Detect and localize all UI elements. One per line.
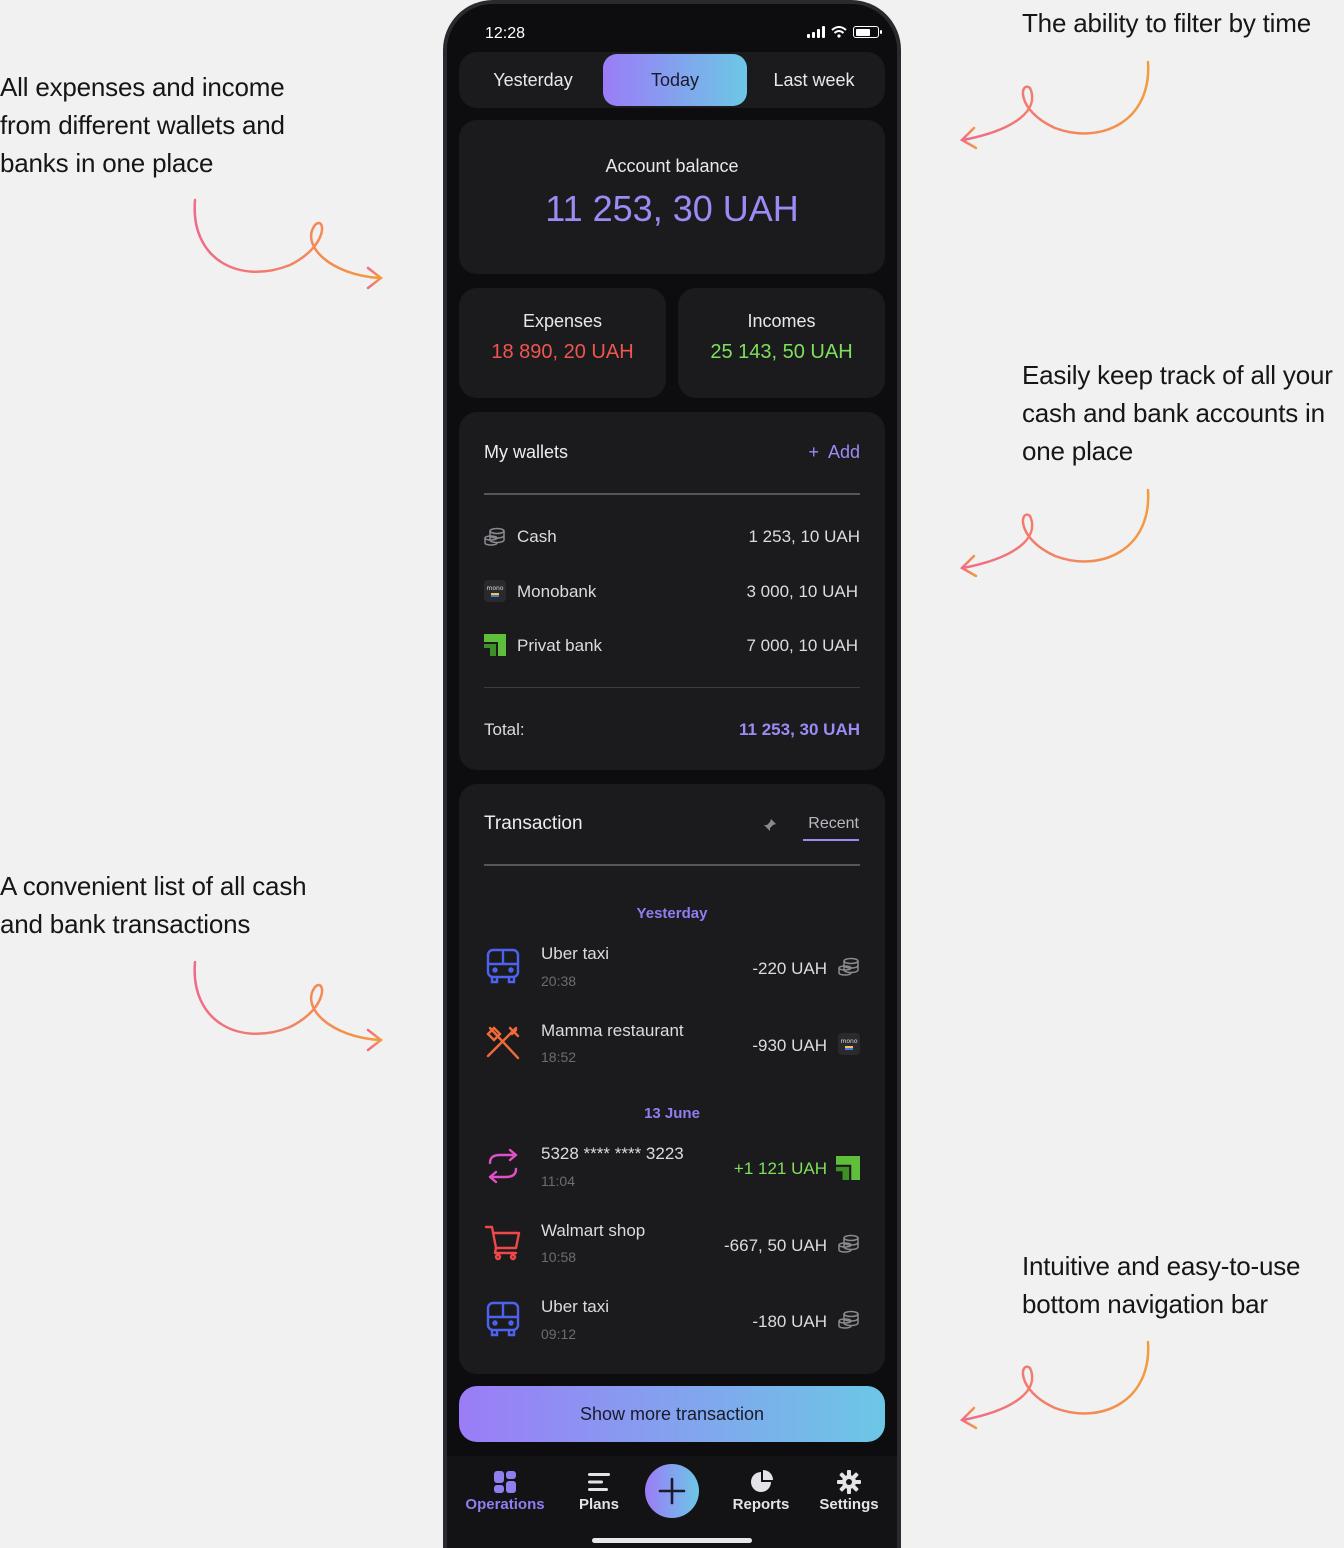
transaction-time: 09:12 <box>541 1326 577 1342</box>
divider <box>484 493 860 495</box>
cart-icon <box>484 1225 521 1261</box>
bus-icon <box>486 1301 520 1337</box>
status-bar: 12:28 <box>447 22 897 46</box>
coins-icon <box>838 1310 859 1329</box>
transactions-card: Transaction Recent Yesterday Uber taxi 2… <box>459 784 885 1374</box>
bus-icon <box>486 948 520 984</box>
phone-frame: 12:28 Yesterday Today Last week Account … <box>443 0 901 1548</box>
svg-text:mono: mono <box>487 585 504 592</box>
divider <box>484 687 860 688</box>
curly-arrow-left <box>959 1340 1150 1430</box>
nav-label: Operations <box>465 1496 545 1513</box>
privatbank-icon <box>484 634 506 656</box>
wallet-name-monobank: Monobank <box>517 582 597 601</box>
expenses-card[interactable]: Expenses 18 890, 20 UAH <box>459 288 666 398</box>
tab-yesterday[interactable]: Yesterday <box>463 54 603 106</box>
tab-last-week[interactable]: Last week <box>747 54 881 106</box>
gear-icon <box>837 1470 861 1494</box>
wallet-name-privatbank: Privat bank <box>517 636 603 655</box>
wallet-amount-monobank: 3 000, 10 UAH <box>746 582 858 601</box>
curly-arrow-left <box>959 488 1150 578</box>
wallets-title: My wallets <box>484 442 569 462</box>
transaction-amount: -930 UAH <box>752 1036 827 1055</box>
nav-settings[interactable]: Settings <box>807 1470 891 1513</box>
date-group-label: 13 June <box>644 1105 700 1122</box>
wallet-amount-privatbank: 7 000, 10 UAH <box>746 636 858 655</box>
transaction-amount: -220 UAH <box>752 959 827 978</box>
show-more-transactions-button[interactable]: Show more transaction <box>459 1386 885 1442</box>
monobank-icon: mono <box>484 580 506 602</box>
filter-recent[interactable]: Recent <box>808 815 859 833</box>
coins-icon <box>838 1234 859 1253</box>
wifi-icon <box>831 26 847 38</box>
filter-underline <box>803 839 859 841</box>
coins-icon <box>838 957 859 976</box>
expenses-label: Expenses <box>522 311 603 331</box>
transaction-time: 11:04 <box>541 1173 575 1189</box>
add-wallet-button[interactable]: + Add <box>808 442 860 463</box>
add-transaction-button[interactable] <box>645 1464 699 1518</box>
nav-operations[interactable]: Operations <box>457 1470 553 1513</box>
transaction-amount: -180 UAH <box>752 1312 827 1331</box>
transaction-name: Mamma restaurant <box>541 1021 684 1040</box>
list-icon <box>588 1473 610 1491</box>
balance-value: 11 253, 30 UAH <box>545 188 799 229</box>
pin-icon[interactable] <box>763 818 777 832</box>
my-wallets-card: My wallets + Add Cash 1 253, 10 UAH mono… <box>459 412 885 770</box>
transaction-name: Uber taxi <box>541 1297 610 1316</box>
pie-icon <box>751 1470 773 1492</box>
signal-icon <box>807 26 825 38</box>
nav-label: Reports <box>732 1496 790 1513</box>
divider <box>484 864 860 866</box>
cutlery-icon <box>486 1026 520 1060</box>
bottom-navigation-bar: Operations Plans Reports Settings <box>447 1456 897 1548</box>
home-indicator <box>592 1538 752 1543</box>
time-filter-tabs: Yesterday Today Last week <box>459 52 885 108</box>
transaction-name: Uber taxi <box>541 944 610 963</box>
transaction-time: 18:52 <box>541 1049 577 1065</box>
curly-arrow-right <box>193 198 384 290</box>
coins-icon <box>484 527 505 546</box>
wallets-total-label: Total: <box>484 720 525 739</box>
monobank-icon: mono <box>838 1033 860 1055</box>
expenses-value: 18 890, 20 UAH <box>491 341 634 363</box>
nav-reports[interactable]: Reports <box>719 1470 803 1513</box>
transaction-time: 10:58 <box>541 1249 577 1265</box>
nav-plans[interactable]: Plans <box>557 1470 641 1513</box>
balance-label: Account balance <box>605 156 739 176</box>
transaction-name: 5328 **** **** 3223 <box>541 1144 684 1163</box>
curly-arrow-left <box>959 60 1150 150</box>
svg-text:mono: mono <box>841 1038 858 1045</box>
date-group-label: Yesterday <box>636 905 708 922</box>
transaction-amount: -667, 50 UAH <box>724 1236 827 1255</box>
privatbank-icon <box>836 1156 860 1180</box>
account-balance-card: Account balance 11 253, 30 UAH <box>459 120 885 274</box>
grid-icon <box>494 1471 516 1493</box>
status-time: 12:28 <box>485 25 526 42</box>
transaction-time: 20:38 <box>541 973 577 989</box>
wallet-amount-cash: 1 253, 10 UAH <box>748 527 860 546</box>
nav-label: Settings <box>819 1496 879 1513</box>
incomes-value: 25 143, 50 UAH <box>710 341 853 363</box>
curly-arrow-right <box>193 960 384 1052</box>
transaction-amount: +1 121 UAH <box>733 1159 827 1178</box>
plus-icon <box>658 1477 686 1505</box>
transaction-name: Walmart shop <box>541 1221 646 1240</box>
app-screen: 12:28 Yesterday Today Last week Account … <box>447 4 897 1548</box>
wallet-name-cash: Cash <box>517 527 557 546</box>
incomes-label: Incomes <box>747 311 816 331</box>
transfer-icon <box>488 1148 518 1184</box>
incomes-card[interactable]: Incomes 25 143, 50 UAH <box>678 288 885 398</box>
battery-icon <box>853 26 882 38</box>
tab-today[interactable]: Today <box>603 54 747 106</box>
nav-label: Plans <box>578 1496 620 1513</box>
transactions-title: Transaction <box>484 813 583 834</box>
wallets-total-value: 11 253, 30 UAH <box>739 720 860 739</box>
